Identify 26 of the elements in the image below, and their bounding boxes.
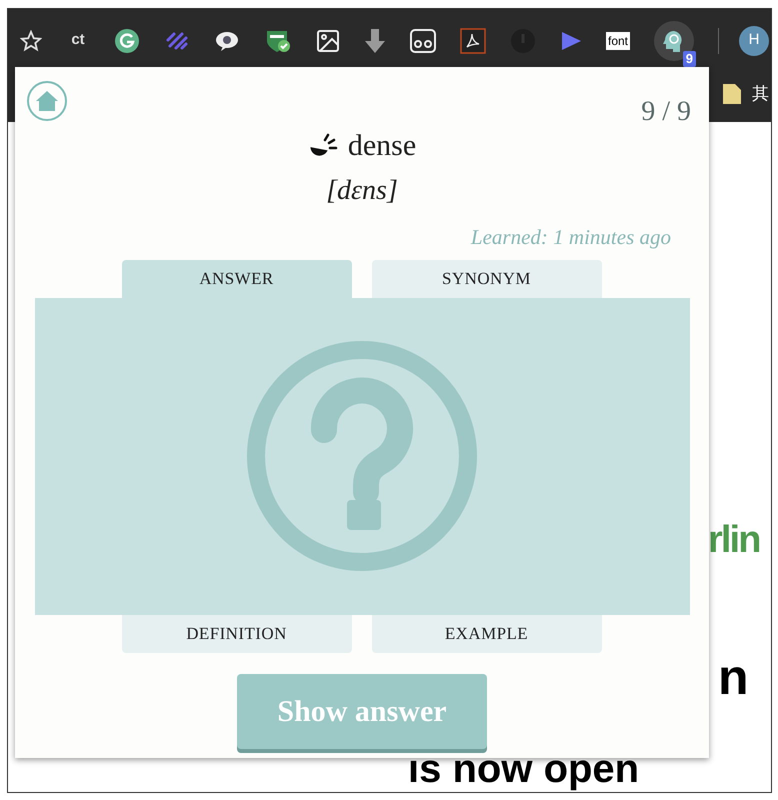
tab[interactable]: DEFINITION [122,614,352,652]
learned-time: Learned: 1 minutes ago [470,224,671,251]
folder-icon[interactable] [722,83,742,105]
bookmark-folder[interactable]: 其 [752,81,769,107]
home-icon [35,90,59,112]
stripes-icon[interactable] [164,30,190,52]
extension-icon[interactable]: ct [66,29,90,52]
g-circle-icon[interactable] [114,28,140,54]
tab[interactable]: ANSWER [122,260,352,298]
badge: 9 [682,50,696,66]
bookmark-star-icon[interactable] [20,30,42,52]
tab[interactable]: SYNONYM [372,260,602,298]
pronunciation: [dɛns] [326,174,398,208]
play-icon[interactable] [560,30,582,52]
page-heading: rlin [708,521,760,559]
card-counter: 9 / 9 [641,95,691,129]
image-icon[interactable] [316,28,340,52]
cassette-icon[interactable] [410,28,436,52]
tab[interactable]: EXAMPLE [372,614,602,652]
pdf-icon[interactable] [460,28,486,54]
page-heading: n [718,652,749,702]
chat-bubble-icon[interactable] [214,30,240,52]
question-mark-icon [246,340,478,572]
word: dense [348,128,416,164]
font-extension-icon[interactable]: font [606,32,630,50]
down-arrow-icon[interactable] [364,28,386,54]
